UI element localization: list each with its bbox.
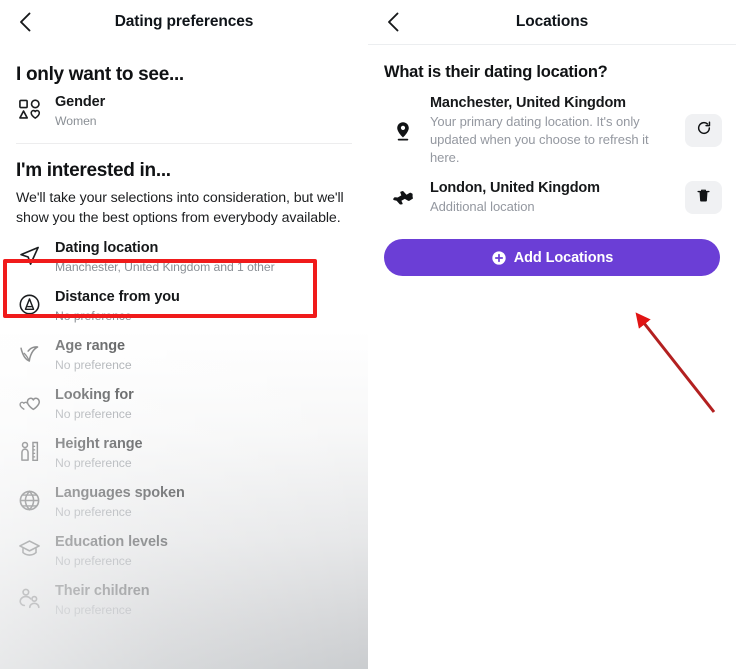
paper-plane-icon (16, 242, 42, 268)
back-button-right[interactable] (380, 9, 406, 35)
pref-row-languages-spoken[interactable]: Languages spoken No preference (0, 477, 368, 526)
delete-location-button[interactable] (685, 181, 722, 214)
pref-row-dating-location[interactable]: Dating location Manchester, United Kingd… (0, 232, 368, 281)
left-header: Dating preferences (0, 0, 368, 44)
locations-panel: Locations What is their dating location?… (368, 0, 736, 669)
trash-icon (696, 188, 711, 208)
pref-value: No preference (55, 554, 132, 568)
location-name: Manchester, United Kingdom (430, 95, 626, 111)
right-header: Locations (368, 0, 736, 44)
pref-label: Age range (55, 338, 126, 354)
people-children-icon (16, 585, 42, 611)
dating-preferences-panel: Dating preferences I only want to see...… (0, 0, 368, 669)
add-locations-button[interactable]: Add Locations (384, 239, 720, 276)
section-divider (16, 143, 352, 144)
pref-label: Height range (55, 436, 143, 452)
pref-value: No preference (55, 505, 132, 519)
locations-question: What is their dating location? (384, 63, 608, 81)
location-description: Your primary dating location. It's only … (430, 114, 649, 165)
chevron-left-icon (19, 12, 32, 32)
airplane-icon (390, 186, 416, 210)
section-title-interested: I'm interested in... (16, 160, 171, 181)
graduation-cap-icon (16, 536, 42, 562)
map-pin-icon (390, 120, 416, 142)
pref-value: No preference (55, 309, 132, 323)
gender-shapes-icon (16, 96, 42, 122)
pref-label: Gender (55, 94, 106, 110)
pref-label: Distance from you (55, 289, 180, 305)
pref-row-gender[interactable]: Gender Women (0, 86, 368, 135)
location-row-additional[interactable]: London, United Kingdom Additional locati… (368, 173, 736, 222)
back-button-left[interactable] (12, 9, 38, 35)
chevron-left-icon (387, 12, 400, 32)
pref-row-height-range[interactable]: Height range No preference (0, 428, 368, 477)
distance-marker-icon (16, 291, 42, 317)
globe-icon (16, 487, 42, 513)
screenshot-root: Dating preferences I only want to see...… (0, 0, 736, 669)
pref-value: No preference (55, 603, 132, 617)
pref-label: Looking for (55, 387, 134, 403)
two-hearts-icon (16, 389, 42, 415)
refresh-icon (696, 120, 712, 141)
pref-value: No preference (55, 358, 132, 372)
location-description: Additional location (430, 199, 535, 214)
header-divider (368, 44, 736, 45)
pref-row-education-levels[interactable]: Education levels No preference (0, 526, 368, 575)
plus-circle-icon (491, 250, 507, 266)
age-range-icon (16, 340, 42, 366)
add-locations-label: Add Locations (513, 249, 614, 266)
pref-row-age-range[interactable]: Age range No preference (0, 330, 368, 379)
section-title-only-see: I only want to see... (16, 64, 184, 85)
pref-value: No preference (55, 456, 132, 470)
pref-value: No preference (55, 407, 132, 421)
pref-label: Dating location (55, 240, 159, 256)
pref-value: Women (55, 114, 97, 128)
right-header-title: Locations (515, 13, 589, 30)
left-header-title: Dating preferences (114, 13, 254, 30)
pref-label: Languages spoken (55, 485, 185, 501)
section-description: We'll take your selections into consider… (16, 190, 344, 226)
location-name: London, United Kingdom (430, 180, 600, 196)
pref-label: Education levels (55, 534, 168, 550)
pref-row-their-children[interactable]: Their children No preference (0, 575, 368, 624)
location-row-primary[interactable]: Manchester, United Kingdom Your primary … (368, 88, 736, 173)
pref-label: Their children (55, 583, 150, 599)
pref-row-looking-for[interactable]: Looking for No preference (0, 379, 368, 428)
refresh-location-button[interactable] (685, 114, 722, 147)
height-ruler-icon (16, 438, 42, 464)
pref-value: Manchester, United Kingdom and 1 other (55, 260, 275, 274)
pref-row-distance-from-you[interactable]: Distance from you No preference (0, 281, 368, 330)
